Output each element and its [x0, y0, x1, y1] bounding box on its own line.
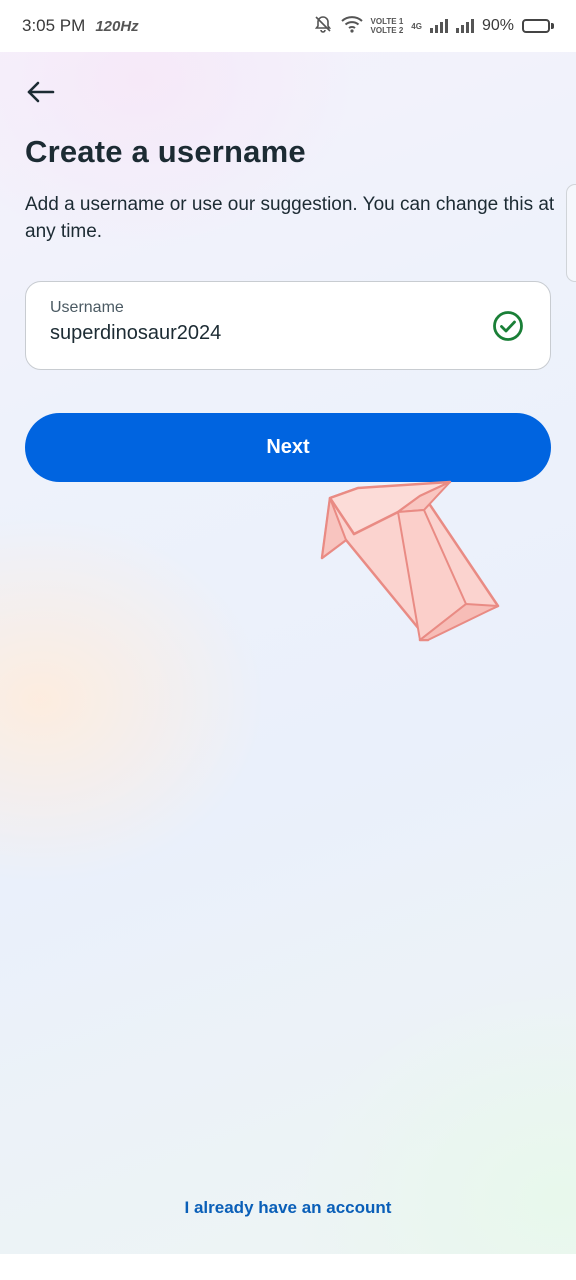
- mute-icon: [313, 14, 333, 39]
- battery-percent: 90%: [481, 17, 514, 34]
- username-input[interactable]: [50, 322, 470, 345]
- page-subtitle: Add a username or use our suggestion. Yo…: [25, 194, 555, 242]
- volte-line-1: VOLTE 1: [370, 17, 404, 26]
- login-link[interactable]: I already have an account: [0, 1198, 576, 1218]
- back-button[interactable]: [22, 74, 58, 110]
- bottom-bar: [0, 1254, 576, 1280]
- status-time: 3:05 PM: [22, 16, 86, 35]
- username-label: Username: [50, 299, 124, 316]
- signal-icon-2: [455, 19, 474, 33]
- refresh-rate-indicator: 120Hz: [95, 17, 139, 35]
- network-type: 4G: [411, 21, 422, 31]
- battery-icon: [522, 19, 554, 33]
- check-circle-icon: [493, 311, 523, 341]
- arrow-left-icon: [27, 81, 55, 103]
- volte-line-2: VOLTE 2: [370, 26, 404, 35]
- volte-indicator: VOLTE 1 VOLTE 2: [371, 17, 404, 35]
- signal-icon: [429, 19, 448, 33]
- next-button[interactable]: Next: [25, 413, 551, 482]
- status-left: 3:05 PM 120Hz: [22, 16, 139, 36]
- side-panel-handle[interactable]: [566, 184, 576, 282]
- wifi-icon: [340, 15, 363, 38]
- page-title: Create a username: [25, 134, 306, 169]
- username-field[interactable]: Username: [25, 281, 551, 370]
- status-right: VOLTE 1 VOLTE 2 4G 90%: [313, 14, 554, 39]
- create-username-screen: 3:05 PM 120Hz VOLTE 1 VOLTE 2 4G 90% Cre…: [0, 0, 576, 1280]
- status-bar: 3:05 PM 120Hz VOLTE 1 VOLTE 2 4G 90%: [0, 0, 576, 52]
